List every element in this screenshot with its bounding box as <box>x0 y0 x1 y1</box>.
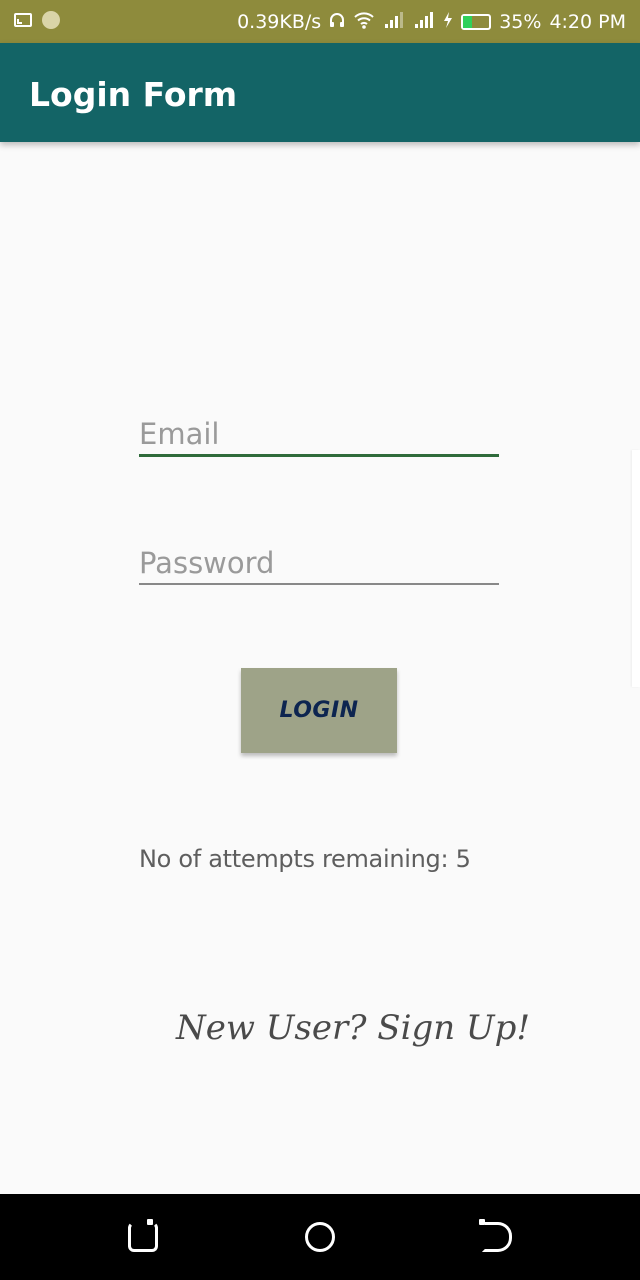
navigation-bar <box>0 1194 640 1280</box>
status-bar: 0.39KB/s 35% 4:20 PM <box>0 0 640 43</box>
password-field[interactable] <box>139 543 499 583</box>
recent-apps-icon[interactable] <box>128 1219 158 1252</box>
scroll-edge <box>632 450 640 687</box>
email-field[interactable] <box>139 414 499 454</box>
signal-icon <box>413 11 435 32</box>
status-right-group: 0.39KB/s 35% 4:20 PM <box>237 0 626 43</box>
signup-link[interactable]: New User? Sign Up! <box>176 1008 530 1048</box>
signal-icon <box>383 11 405 32</box>
notification-dot-icon <box>42 11 60 29</box>
battery-icon <box>461 13 492 30</box>
back-icon[interactable] <box>479 1219 512 1252</box>
cast-icon <box>14 13 32 27</box>
status-time: 4:20 PM <box>549 10 626 33</box>
wifi-icon <box>353 11 375 32</box>
page-title: Login Form <box>29 75 238 114</box>
battery-percent: 35% <box>499 10 542 33</box>
charging-icon <box>443 12 453 31</box>
battery-fill <box>463 15 473 28</box>
login-button[interactable]: LOGIN <box>241 668 397 753</box>
password-field-container <box>139 543 499 585</box>
app-bar: Login Form <box>0 43 640 142</box>
headphones-icon <box>329 12 345 31</box>
network-speed: 0.39KB/s <box>237 10 322 33</box>
home-icon[interactable] <box>305 1222 335 1252</box>
attempts-remaining-text: No of attempts remaining: 5 <box>139 845 471 873</box>
status-left-icons <box>14 11 60 29</box>
email-field-container <box>139 414 499 457</box>
